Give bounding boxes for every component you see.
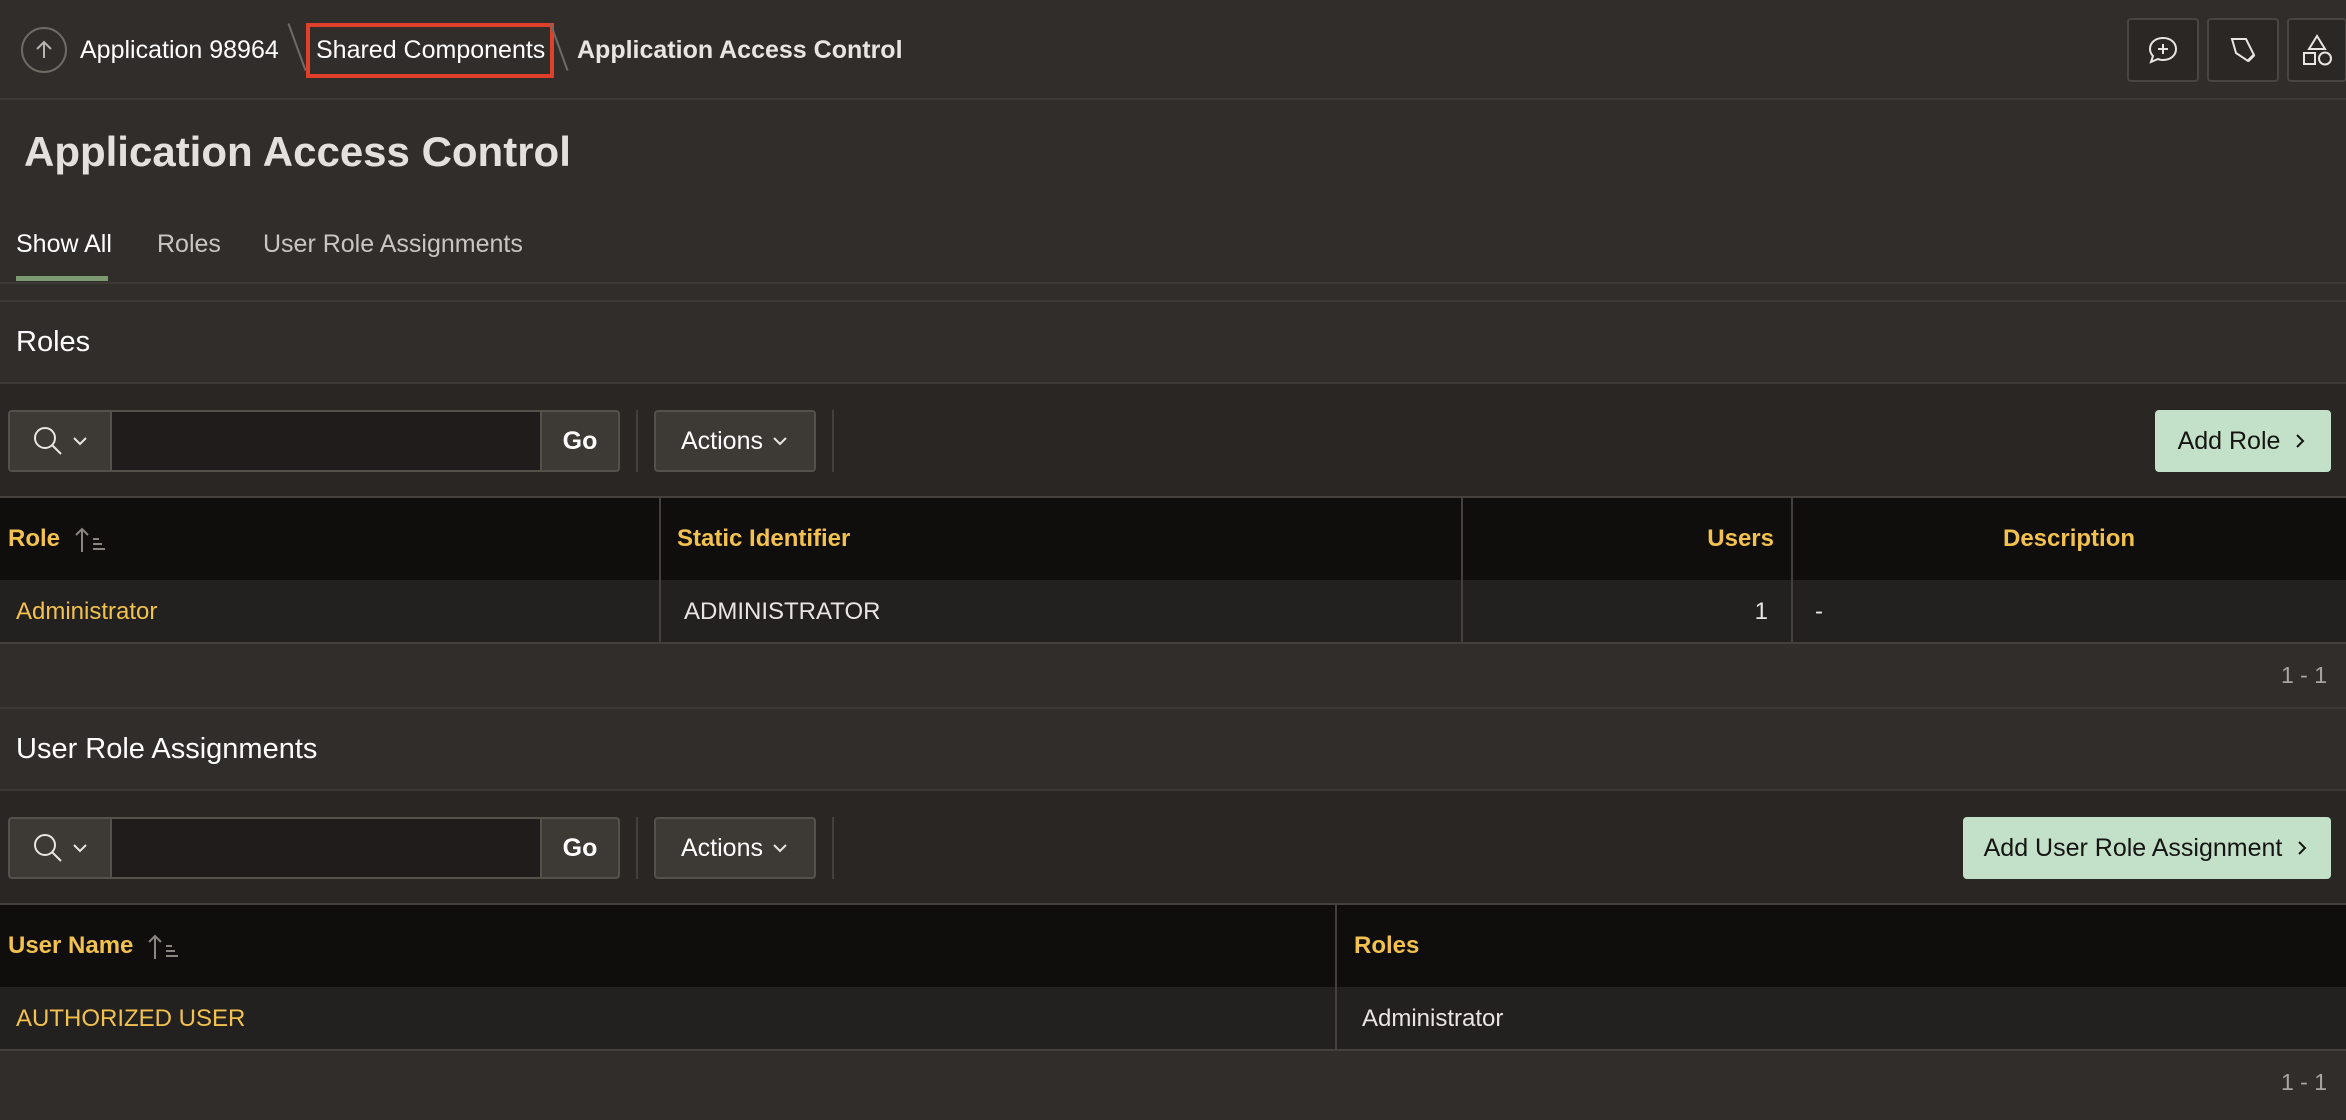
- roles-go-button[interactable]: Go: [540, 410, 620, 472]
- page-title: Application Access Control: [24, 128, 571, 175]
- toolbar-divider: [636, 817, 638, 879]
- column-divider: [1335, 905, 1337, 1051]
- assignments-go-button[interactable]: Go: [540, 817, 620, 879]
- tab-roles[interactable]: Roles: [157, 230, 221, 259]
- toolbar-divider: [832, 410, 834, 472]
- column-header-user-name-label: User Name: [8, 932, 134, 959]
- static-identifier-cell: ADMINISTRATOR: [684, 598, 881, 625]
- column-header-user-name[interactable]: User Name: [8, 905, 180, 987]
- roles-region-header: Roles: [0, 300, 2346, 384]
- toolbar-divider: [636, 410, 638, 472]
- actions-label: Actions: [681, 833, 763, 862]
- chevron-right-icon: [2298, 841, 2307, 855]
- table-row: Administrator ADMINISTRATOR 1 -: [0, 580, 2346, 644]
- toolbar-divider: [832, 817, 834, 879]
- assignments-region-title: User Role Assignments: [16, 733, 318, 765]
- top-bar: Application 98964 Shared Components Appl…: [0, 0, 2346, 100]
- shapes-icon: [2303, 34, 2332, 66]
- roles-table-header: Role Static Identifier Users Description: [0, 498, 2346, 580]
- roles-region-title: Roles: [16, 326, 91, 358]
- roles-toolbar: Go Actions Add Role: [0, 384, 2346, 498]
- assignments-pagination: 1 - 1: [2280, 1069, 2327, 1095]
- search-column-button[interactable]: [8, 410, 112, 472]
- table-row: AUTHORIZED USER Administrator: [0, 987, 2346, 1051]
- tab-bar: Show All Roles User Role Assignments: [0, 220, 2346, 284]
- users-count-cell: 1: [1754, 598, 1768, 625]
- theme-roller-button[interactable]: [2207, 18, 2279, 82]
- breadcrumb-application[interactable]: Application 98964: [80, 30, 279, 70]
- assignments-table-header: User Name Roles: [0, 905, 2346, 987]
- assignments-toolbar: Go Actions Add User Role Assignment: [0, 791, 2346, 905]
- column-divider: [1791, 498, 1793, 644]
- roles-search-input[interactable]: [110, 410, 542, 472]
- roles-actions-button[interactable]: Actions: [654, 410, 816, 472]
- arrow-up-icon[interactable]: [21, 27, 67, 73]
- search-column-button[interactable]: [8, 817, 112, 879]
- column-header-role-label: Role: [8, 525, 61, 552]
- column-header-users[interactable]: Users: [1707, 498, 1774, 580]
- user-name-link[interactable]: AUTHORIZED USER: [16, 987, 245, 1051]
- active-tab-indicator: [16, 276, 108, 281]
- column-divider: [659, 498, 661, 644]
- actions-label: Actions: [681, 426, 763, 455]
- column-header-roles[interactable]: Roles: [1354, 905, 1419, 987]
- assignments-region-header: User Role Assignments: [0, 707, 2346, 791]
- search-icon: [34, 834, 62, 862]
- tab-show-all[interactable]: Show All: [16, 230, 112, 259]
- chevron-down-icon: [73, 844, 87, 853]
- chevron-down-icon: [773, 844, 787, 853]
- add-role-button[interactable]: Add Role: [2155, 410, 2331, 472]
- assignments-search-input[interactable]: [110, 817, 542, 879]
- chevron-down-icon: [73, 437, 87, 446]
- chat-plus-icon: [2148, 36, 2178, 64]
- assignments-actions-button[interactable]: Actions: [654, 817, 816, 879]
- chevron-down-icon: [773, 437, 787, 446]
- search-icon: [34, 427, 62, 455]
- description-cell: -: [1815, 598, 1823, 625]
- breadcrumb-shared-components[interactable]: Shared Components: [316, 30, 545, 70]
- chevron-right-icon: [2296, 434, 2305, 448]
- role-link[interactable]: Administrator: [16, 580, 157, 644]
- add-assignment-label: Add User Role Assignment: [1983, 833, 2283, 862]
- column-header-role[interactable]: Role: [8, 498, 107, 580]
- add-role-label: Add Role: [2177, 426, 2281, 455]
- feedback-button[interactable]: [2127, 18, 2199, 82]
- add-user-role-assignment-button[interactable]: Add User Role Assignment: [1963, 817, 2331, 879]
- sort-ascending-icon: [73, 525, 107, 555]
- breadcrumb-current: Application Access Control: [577, 36, 903, 64]
- shared-components-button[interactable]: [2287, 18, 2346, 82]
- tab-user-role-assignments[interactable]: User Role Assignments: [263, 230, 523, 259]
- brush-icon: [2230, 38, 2256, 63]
- roles-pagination: 1 - 1: [2280, 662, 2327, 688]
- column-header-description[interactable]: Description: [2003, 498, 2135, 580]
- column-divider: [1461, 498, 1463, 644]
- column-header-static-identifier[interactable]: Static Identifier: [677, 498, 850, 580]
- roles-cell: Administrator: [1362, 1005, 1504, 1032]
- sort-ascending-icon: [146, 932, 180, 962]
- breadcrumb-separator: [287, 23, 307, 71]
